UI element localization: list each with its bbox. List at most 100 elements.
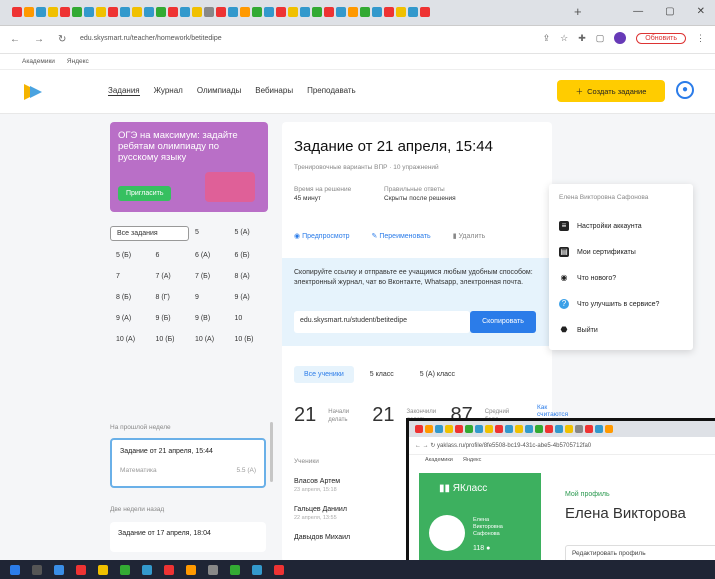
minimize-icon[interactable]: — [633, 6, 643, 17]
filter-item[interactable]: 10 (А) [189, 333, 229, 346]
share-icon[interactable]: ⇪ [543, 33, 551, 44]
nav-item-webinars[interactable]: Вебинары [255, 86, 293, 96]
bookmark-item[interactable]: Академики [22, 58, 55, 65]
url-field[interactable]: edu.skysmart.ru/teacher/homework/betited… [80, 35, 222, 42]
star-icon[interactable]: ☆ [560, 33, 568, 44]
create-task-button[interactable]: ＋ Создать задание [557, 80, 665, 102]
student-row[interactable]: Власов Артем 23 апреля, 15:18 [294, 478, 340, 493]
filter-item[interactable]: 7 (А) [150, 270, 189, 283]
nav-item-tasks[interactable]: Задания [108, 86, 140, 96]
yaklass-logo[interactable]: ▮▮ ЯКласс [439, 483, 487, 494]
filter-item[interactable]: 10 [229, 312, 268, 325]
bookmark-item[interactable]: Яндекс [463, 457, 482, 465]
filter-item[interactable]: 7 [110, 270, 150, 283]
nav-item-teach[interactable]: Преподавать [307, 86, 356, 96]
taskbar-app-icon[interactable] [142, 564, 152, 575]
menu-icon[interactable]: ⋮ [696, 33, 705, 44]
copy-button[interactable]: Скопировать [470, 311, 536, 333]
filter-item[interactable]: 6 (Б) [229, 249, 268, 262]
tab-class-5a[interactable]: 5 (А) класс [410, 366, 465, 383]
second-browser-window[interactable]: ← → ↻ yaklass.ru/profile/8fe5508-bc19-43… [406, 418, 715, 560]
filter-item[interactable]: 9 [189, 291, 229, 304]
time-value: 45 минут [294, 195, 321, 202]
task-subtitle: Тренировочные варианты ВПР · 10 упражнен… [294, 164, 439, 171]
sidebar-icon[interactable]: ▢ [596, 33, 605, 44]
filter-item[interactable]: 6 [150, 249, 189, 262]
rename-link[interactable]: ✎ Переименовать [372, 232, 431, 240]
w2-url-field[interactable]: ← → ↻ yaklass.ru/profile/8fe5508-bc19-43… [409, 437, 715, 455]
tab-class-5[interactable]: 5 класс [360, 366, 404, 383]
maximize-icon[interactable]: ▢ [665, 6, 674, 17]
filter-item[interactable]: 8 (Г) [150, 291, 189, 304]
class-filters: Все задания 5 5 (А) 5 (Б) 6 6 (А) 6 (Б) … [110, 226, 268, 346]
task-card[interactable]: Задание от 17 апреля, 18:04 [110, 522, 266, 552]
menu-item-account-settings[interactable]: ≡ Настройки аккаунта [559, 213, 683, 239]
bookmark-item[interactable]: Яндекс [67, 58, 89, 65]
taskbar-app-icon[interactable] [274, 564, 284, 575]
taskbar-app-icon[interactable] [252, 564, 262, 575]
how-calculated-link[interactable]: Как считаются [537, 404, 568, 418]
filter-item[interactable]: 9 (Б) [150, 312, 189, 325]
start-icon[interactable] [10, 564, 20, 575]
taskbar-app-icon[interactable] [186, 564, 196, 575]
filter-item[interactable]: 5 [189, 226, 229, 241]
task-card-selected[interactable]: Задание от 21 апреля, 15:44 Математика 5… [110, 438, 266, 488]
profile-avatar[interactable] [614, 32, 627, 44]
tab-all-students[interactable]: Все ученики [294, 366, 354, 383]
student-row[interactable]: Давыдов Михаил [294, 534, 350, 541]
search-icon[interactable] [32, 564, 42, 575]
filter-item[interactable]: 8 (Б) [110, 291, 150, 304]
filter-item[interactable]: 6 (А) [189, 249, 229, 262]
menu-item-logout[interactable]: ⬣ Выйти [559, 317, 683, 343]
menu-item-feedback[interactable]: ? Что улучшить в сервисе? [559, 291, 683, 317]
menu-item-certificates[interactable]: ▤ Мои сертификаты [559, 239, 683, 265]
filter-item[interactable]: 5 (А) [229, 226, 268, 241]
taskbar-app-icon[interactable] [230, 564, 240, 575]
taskbar-app-icon[interactable] [54, 564, 64, 575]
taskbar-app-icon[interactable] [164, 564, 174, 575]
my-profile-link[interactable]: Мой профиль [565, 491, 610, 498]
filter-item[interactable]: 10 (А) [110, 333, 150, 346]
filter-item[interactable]: 9 (А) [110, 312, 150, 325]
preview-link[interactable]: ◉ Предпросмотр [294, 232, 350, 240]
time-meta: Время на решение 45 минут [294, 186, 351, 202]
promo-banner[interactable]: ОГЭ на максимум: задайте ребятам олимпиа… [110, 122, 268, 212]
bookmark-item[interactable]: Академики [425, 457, 453, 465]
filter-item[interactable]: 10 (Б) [150, 333, 189, 346]
promo-text: ОГЭ на максимум: задайте ребятам олимпиа… [118, 130, 238, 163]
filter-item[interactable]: 8 (А) [229, 270, 268, 283]
filter-item[interactable]: 7 (Б) [189, 270, 229, 283]
browser-tab-strip: + — ▢ ✕ [0, 0, 715, 26]
nav-item-journal[interactable]: Журнал [154, 86, 183, 96]
extensions-icon[interactable]: ✚ [578, 33, 586, 44]
taskbar-app-icon[interactable] [98, 564, 108, 575]
tab-favicons[interactable] [12, 7, 430, 17]
filter-item[interactable]: 5 (Б) [110, 249, 150, 262]
taskbar-app-icon[interactable] [208, 564, 218, 575]
taskbar-app-icon[interactable] [120, 564, 130, 575]
scrollbar[interactable] [270, 422, 273, 482]
student-name: Гальцев Даниил [294, 506, 347, 513]
student-row[interactable]: Гальцев Даниил 22 апреля, 13:55 [294, 506, 347, 521]
filter-item[interactable]: 10 (Б) [229, 333, 268, 346]
menu-item-whats-new[interactable]: ◉ Что нового? [559, 265, 683, 291]
close-icon[interactable]: ✕ [697, 6, 705, 17]
nav-item-olympiads[interactable]: Олимпиады [197, 86, 241, 96]
reload-icon[interactable]: ↻ [58, 34, 66, 45]
filter-item[interactable]: 9 (В) [189, 312, 229, 325]
update-button[interactable]: Обновить [636, 32, 686, 44]
edit-profile-button[interactable]: Редактировать профиль [565, 545, 715, 560]
taskbar-app-icon[interactable] [76, 564, 86, 575]
delete-link[interactable]: ▮ Удалить [453, 232, 486, 240]
filter-item[interactable]: 9 (А) [229, 291, 268, 304]
promo-invite-button[interactable]: Пригласить [118, 186, 172, 201]
forward-icon[interactable]: → [34, 34, 44, 45]
task-title: Задание от 17 апреля, 18:04 [118, 530, 211, 537]
filter-all[interactable]: Все задания [110, 226, 189, 241]
new-tab-button[interactable]: + [574, 4, 582, 19]
user-menu-icon[interactable]: ● [676, 81, 694, 99]
back-icon[interactable]: ← [10, 34, 20, 45]
w2-nav-icons[interactable]: ← → ↻ [415, 443, 437, 449]
share-link-field[interactable]: edu.skysmart.ru/student/betitedipe [294, 311, 470, 333]
windows-taskbar [0, 560, 715, 579]
